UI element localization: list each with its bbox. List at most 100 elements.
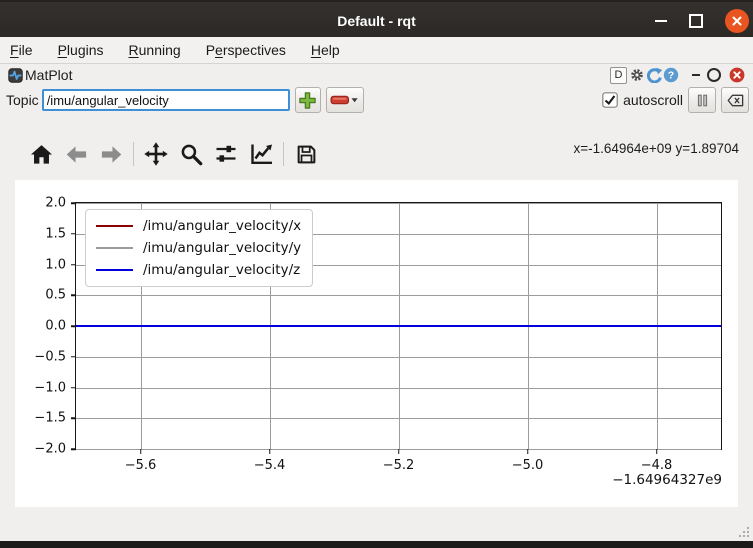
x-tick-label: −5.0 [512,458,544,473]
plot-axes[interactable]: /imu/angular_velocity/x/imu/angular_velo… [75,202,722,450]
dock-minimize-dash-icon[interactable] [692,74,700,76]
legend-label: /imu/angular_velocity/x [143,218,301,234]
legend-label: /imu/angular_velocity/z [143,262,300,278]
x-tick-mark [140,449,142,454]
clear-button[interactable] [721,87,749,113]
x-axis-offset-text: −1.64964327e9 [612,472,722,488]
y-tick-mark [71,264,76,266]
y-tick-label: −0.5 [34,349,66,364]
resize-grip[interactable] [738,526,751,539]
pan-button[interactable] [143,141,169,167]
reload-icon[interactable] [646,67,662,83]
background-window-strip [0,541,753,548]
forward-button[interactable] [98,141,124,167]
y-tick-label: 1.0 [45,257,66,272]
legend: /imu/angular_velocity/x/imu/angular_velo… [85,209,313,287]
green-plus-icon [298,91,317,110]
legend-entry: /imu/angular_velocity/x [96,216,301,236]
x-tick-label: −5.4 [254,458,286,473]
close-x-icon [725,9,749,33]
plot-figure[interactable]: /imu/angular_velocity/x/imu/angular_velo… [15,180,738,507]
home-button[interactable] [28,141,54,167]
window-close-button[interactable] [725,9,749,33]
y-tick-label: −2.0 [34,442,66,457]
cursor-coordinates: x=-1.64964e+09 y=1.89704 [573,141,739,156]
help-icon[interactable]: ? [663,67,679,83]
dock-close-button[interactable] [729,67,745,83]
topic-input[interactable] [42,89,290,111]
y-tick-label: 0.0 [45,319,66,334]
line-chart-icon [249,142,274,166]
dock-float-circle-icon[interactable] [707,68,721,82]
window-maximize-icon[interactable] [689,14,703,28]
window-minimize-icon[interactable] [655,20,667,22]
settings-gear-icon[interactable] [629,67,645,83]
pause-button[interactable] [688,87,716,113]
legend-line-sample [96,269,133,271]
red-minus-dropdown-icon [330,92,360,108]
dock-title-label: MatPlot [25,67,72,83]
y-tick-mark [71,418,76,420]
menu-running[interactable]: Running [129,42,181,58]
menu-bar: File Plugins Running Perspectives Help [0,37,753,64]
add-topic-button[interactable] [295,87,321,113]
pan-arrows-icon [144,142,168,166]
topic-label: Topic [6,92,39,108]
arrow-left-icon [65,143,88,166]
matplot-waveform-icon [8,68,23,83]
y-tick-label: 2.0 [45,196,66,211]
save-button[interactable] [293,141,319,167]
remove-topic-button[interactable] [326,87,364,113]
y-tick-mark [71,356,76,358]
configure-subplots-button[interactable] [213,141,239,167]
y-tick-mark [71,325,76,327]
toolbar-separator [283,142,284,166]
y-tick-mark [71,387,76,389]
menu-help[interactable]: Help [311,42,340,58]
back-button[interactable] [63,141,89,167]
backspace-clear-icon [726,92,745,109]
home-icon [30,143,53,166]
autoscroll-cluster: autoscroll [602,86,749,114]
x-tick-label: −4.8 [641,458,673,473]
y-tick-label: −1.0 [34,380,66,395]
x-tick-mark [398,449,400,454]
zoom-button[interactable] [178,141,204,167]
decorator-d-button[interactable]: D [610,67,627,84]
menu-file[interactable]: File [10,42,33,58]
x-tick-label: −5.6 [125,458,157,473]
legend-label: /imu/angular_velocity/y [143,240,301,256]
y-tick-label: −1.5 [34,411,66,426]
legend-line-sample [96,225,133,227]
svg-text:?: ? [668,70,674,82]
y-tick-mark [71,233,76,235]
matplot-dock-header: MatPlot D ? [0,64,753,86]
menu-perspectives[interactable]: Perspectives [206,42,286,58]
x-tick-mark [269,449,271,454]
window-titlebar: Default - rqt [0,0,753,39]
floppy-save-icon [295,143,318,166]
x-tick-label: −5.2 [383,458,415,473]
x-tick-mark [527,449,529,454]
legend-entry: /imu/angular_velocity/z [96,260,301,280]
series-line [76,325,721,327]
y-tick-label: 1.5 [45,226,66,241]
y-tick-mark [71,202,76,204]
y-tick-mark [71,448,76,450]
toolbar-separator [133,142,134,166]
legend-line-sample [96,247,133,249]
edit-plot-button[interactable] [248,141,274,167]
menu-plugins[interactable]: Plugins [58,42,104,58]
autoscroll-checkbox[interactable] [602,92,618,108]
sliders-icon [214,142,238,166]
x-tick-mark [656,449,658,454]
y-tick-mark [71,295,76,297]
window-title: Default - rqt [0,2,753,39]
y-tick-label: 0.5 [45,288,66,303]
autoscroll-label: autoscroll [623,92,683,108]
arrow-right-icon [100,143,123,166]
legend-entry: /imu/angular_velocity/y [96,238,301,258]
pause-icon [694,92,711,109]
magnifier-icon [180,143,203,166]
plot-nav-toolbar [28,141,319,167]
